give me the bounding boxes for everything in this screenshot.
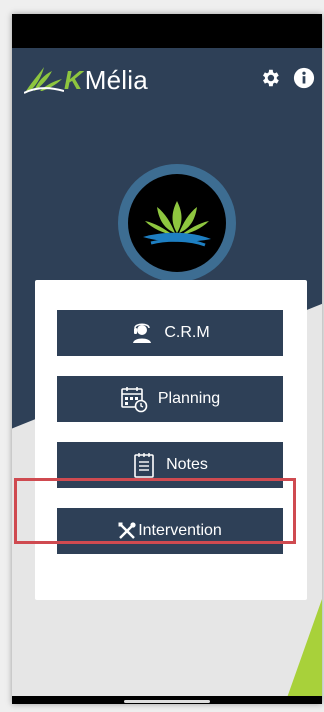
planning-button[interactable]: Planning — [57, 376, 283, 422]
calendar-clock-icon — [120, 385, 148, 413]
brand-k: K — [64, 64, 83, 95]
crm-label: C.R.M — [164, 324, 210, 341]
app-logo: K Mélia — [24, 60, 148, 100]
phone-screen: K Mélia C.R.M Planning Notes Interventio… — [12, 14, 322, 704]
toolbar-icons — [258, 66, 316, 90]
info-icon — [293, 67, 315, 89]
gear-icon — [263, 69, 279, 87]
planning-label: Planning — [157, 390, 221, 407]
customer-support-icon — [130, 322, 154, 344]
brand-name: Mélia — [84, 64, 148, 95]
info-button[interactable] — [292, 66, 316, 90]
screenshot-frame: K Mélia C.R.M Planning Notes Interventio… — [0, 0, 324, 712]
notepad-icon — [132, 451, 156, 479]
status-bar — [12, 14, 322, 48]
notes-label: Notes — [166, 456, 208, 473]
leaf-logo-icon — [24, 67, 64, 94]
menu-card: C.R.M Planning Notes Intervention — [35, 280, 307, 600]
lotus-logo-icon — [143, 201, 211, 247]
highlight-box — [14, 478, 296, 544]
avatar-inner — [128, 174, 226, 272]
crm-button[interactable]: C.R.M — [57, 310, 283, 356]
home-indicator[interactable] — [124, 700, 210, 703]
avatar — [118, 164, 236, 282]
system-nav-bar — [12, 696, 322, 704]
settings-button[interactable] — [258, 66, 282, 90]
